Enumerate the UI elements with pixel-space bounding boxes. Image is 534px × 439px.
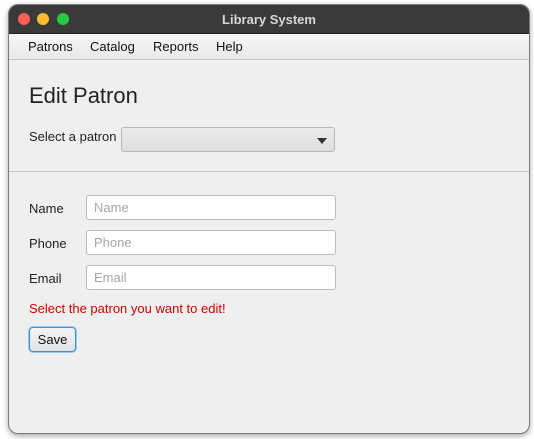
menu-patrons[interactable]: Patrons xyxy=(26,34,75,60)
chevron-down-icon xyxy=(317,138,327,144)
phone-label: Phone xyxy=(29,236,67,251)
name-label: Name xyxy=(29,201,64,216)
name-input[interactable] xyxy=(86,195,336,220)
select-patron-label: Select a patron xyxy=(29,129,117,144)
error-message: Select the patron you want to edit! xyxy=(29,301,226,316)
page-title: Edit Patron xyxy=(29,83,138,108)
section-divider xyxy=(9,171,529,172)
menu-catalog[interactable]: Catalog xyxy=(88,34,137,60)
title-bar: Library System xyxy=(9,5,529,34)
window-title: Library System xyxy=(222,12,316,27)
menu-bar: Patrons Catalog Reports Help xyxy=(9,34,529,60)
menu-help[interactable]: Help xyxy=(214,34,245,60)
email-input[interactable] xyxy=(86,265,336,290)
email-label: Email xyxy=(29,271,62,286)
phone-input[interactable] xyxy=(86,230,336,255)
save-button[interactable]: Save xyxy=(29,327,76,352)
app-window: Library System Patrons Catalog Reports H… xyxy=(8,4,530,434)
patron-select[interactable] xyxy=(121,127,335,152)
menu-reports[interactable]: Reports xyxy=(151,34,201,60)
